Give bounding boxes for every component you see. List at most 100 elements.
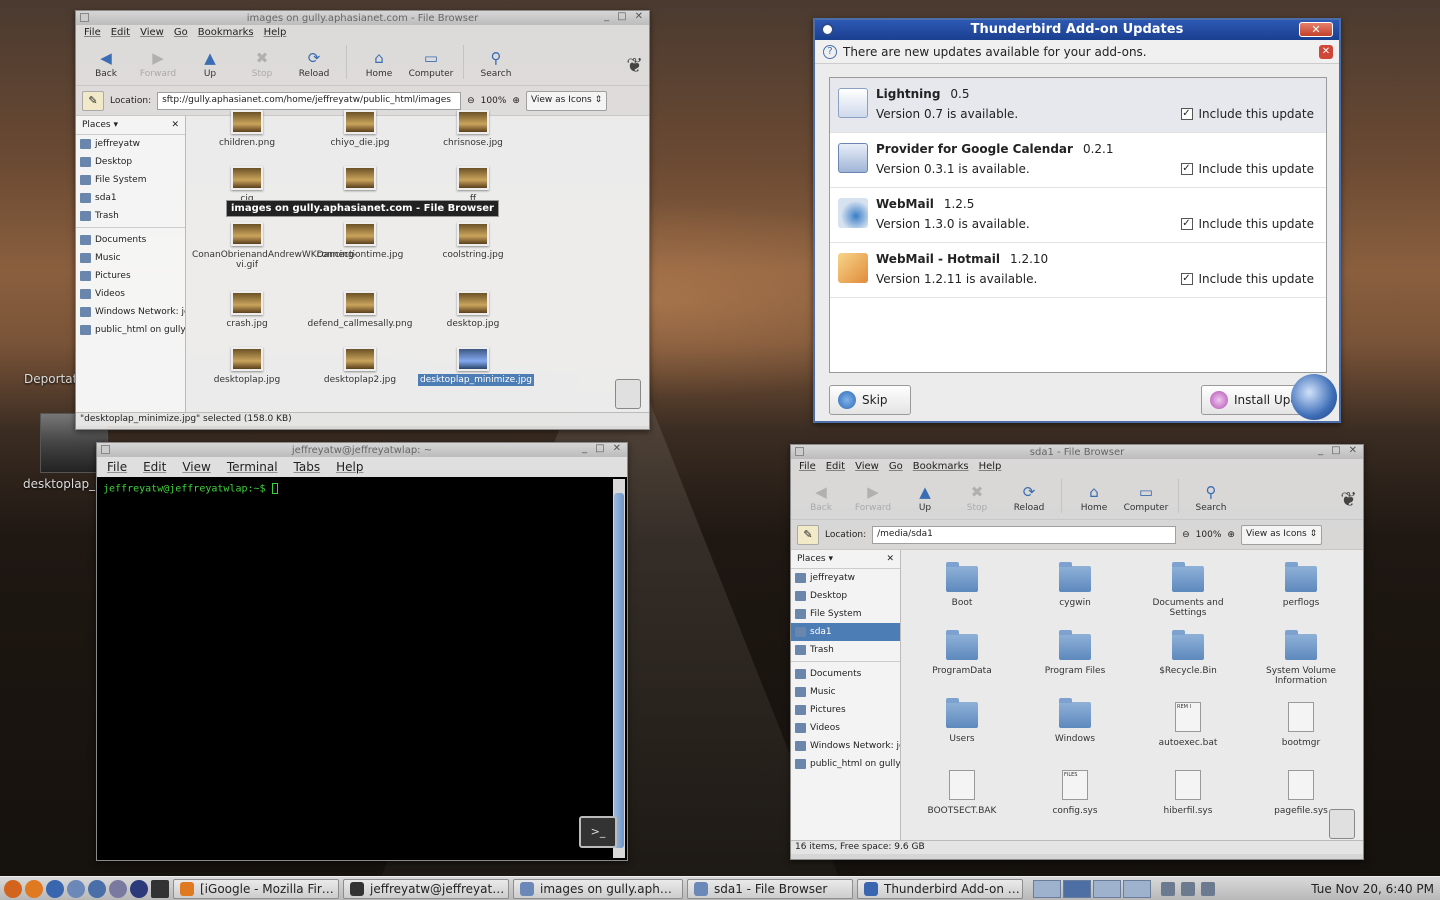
computer-button[interactable]: ▭ Computer bbox=[1122, 483, 1170, 519]
sidebar-item-sda1[interactable]: sda1 bbox=[76, 189, 185, 207]
menu-view[interactable]: View bbox=[140, 27, 164, 38]
reload-button[interactable]: ⟳ Reload bbox=[290, 49, 338, 85]
file-item[interactable]: cig bbox=[192, 166, 302, 204]
globe-icon[interactable] bbox=[130, 879, 148, 898]
folder-item[interactable]: ProgramData bbox=[907, 630, 1017, 676]
menu-view[interactable]: View bbox=[855, 461, 879, 472]
close-icon[interactable]: ✕ bbox=[1349, 445, 1357, 456]
sidebar-item-home[interactable]: jeffreyatw bbox=[791, 569, 900, 587]
stop-button[interactable]: ✖ Stop bbox=[238, 49, 286, 85]
minimized-window-icon[interactable] bbox=[615, 379, 641, 409]
workspace-1[interactable] bbox=[1033, 879, 1061, 898]
file-item[interactable]: desktoplap.jpg bbox=[192, 347, 302, 385]
sidebar-item-network[interactable]: Windows Network: jeff bbox=[791, 737, 900, 755]
computer-button[interactable]: ▭ Computer bbox=[407, 49, 455, 85]
search-button[interactable]: ⚲ Search bbox=[472, 49, 520, 85]
sidebar-item-network[interactable]: Windows Network: jeff bbox=[76, 303, 185, 321]
include-checkbox[interactable]: ✓ bbox=[1180, 108, 1193, 120]
file-item[interactable]: desktoplap2.jpg bbox=[305, 347, 415, 385]
window-menu-icon[interactable] bbox=[80, 13, 89, 22]
sidebar-item-filesystem[interactable]: File System bbox=[791, 605, 900, 623]
file-manager-icon[interactable] bbox=[67, 879, 85, 898]
minimize-icon[interactable]: _ bbox=[604, 11, 609, 22]
skip-button[interactable]: Skip bbox=[829, 385, 911, 415]
task-firefox[interactable]: [iGoogle - Mozilla Fir… bbox=[173, 878, 339, 899]
close-icon[interactable]: ✕ bbox=[613, 443, 621, 454]
task-sda1-browser[interactable]: sda1 - File Browser bbox=[687, 878, 853, 899]
menu-bookmarks[interactable]: Bookmarks bbox=[198, 27, 254, 38]
view-mode-select[interactable]: View as Icons ⇕ bbox=[525, 90, 608, 111]
home-button[interactable]: ⌂ Home bbox=[1070, 483, 1118, 519]
menu-edit[interactable]: Edit bbox=[826, 461, 845, 472]
file-item[interactable]: FILES config.sys bbox=[1020, 770, 1130, 816]
file-item[interactable] bbox=[305, 166, 415, 194]
workspace-3[interactable] bbox=[1093, 879, 1121, 898]
zoom-in-icon[interactable]: ⊕ bbox=[1227, 530, 1235, 540]
workspace-4[interactable] bbox=[1123, 879, 1151, 898]
view-mode-select[interactable]: View as Icons ⇕ bbox=[1240, 524, 1323, 545]
workspace-2[interactable] bbox=[1063, 879, 1091, 898]
close-icon[interactable]: ✕ bbox=[635, 11, 643, 22]
dismiss-notice-icon[interactable]: ✕ bbox=[1319, 45, 1333, 59]
menu-help[interactable]: Help bbox=[264, 27, 287, 38]
include-checkbox[interactable]: ✓ bbox=[1180, 273, 1193, 285]
menu-go[interactable]: Go bbox=[174, 27, 188, 38]
minimize-icon[interactable]: _ bbox=[1318, 445, 1323, 456]
file-item[interactable]: crash.jpg bbox=[192, 291, 302, 329]
include-checkbox[interactable]: ✓ bbox=[1180, 163, 1193, 175]
clock[interactable]: Tue Nov 20, 6:40 PM bbox=[1311, 882, 1434, 896]
home-folder-icon[interactable] bbox=[88, 879, 106, 898]
folder-item[interactable]: Documents and Settings bbox=[1133, 562, 1243, 618]
file-item[interactable]: BOOTSECT.BAK bbox=[907, 770, 1017, 816]
close-icon[interactable]: ✕ bbox=[1299, 22, 1333, 37]
sidebar-item-pictures[interactable]: Pictures bbox=[791, 701, 900, 719]
back-button[interactable]: ◀ Back bbox=[797, 483, 845, 519]
sidebar-item-documents[interactable]: Documents bbox=[76, 231, 185, 249]
menu-view[interactable]: View bbox=[182, 460, 210, 474]
file-item[interactable]: chiyo_die.jpg bbox=[305, 110, 415, 148]
file-item[interactable]: bootmgr bbox=[1246, 702, 1356, 748]
zoom-in-icon[interactable]: ⊕ bbox=[512, 96, 520, 106]
menu-file[interactable]: File bbox=[107, 460, 127, 474]
sidebar-item-desktop[interactable]: Desktop bbox=[76, 153, 185, 171]
sidebar-item-trash[interactable]: Trash bbox=[76, 207, 185, 225]
minimized-window-icon[interactable] bbox=[1329, 809, 1355, 839]
menu-bookmarks[interactable]: Bookmarks bbox=[913, 461, 969, 472]
search-button[interactable]: ⚲ Search bbox=[1187, 483, 1235, 519]
terminal-screen[interactable]: jeffreyatw@jeffreyatwlap:~$ bbox=[99, 479, 613, 858]
zoom-out-icon[interactable]: ⊖ bbox=[1182, 530, 1190, 540]
file-item[interactable]: defend_callmesally.png bbox=[305, 291, 415, 329]
folder-item[interactable]: System Volume Information bbox=[1246, 630, 1356, 686]
desktop-icon-label[interactable]: desktoplap_ bbox=[23, 477, 95, 491]
include-checkbox[interactable]: ✓ bbox=[1180, 218, 1193, 230]
file-item[interactable]: ff bbox=[418, 166, 528, 204]
folder-item[interactable]: Boot bbox=[907, 562, 1017, 608]
edit-location-icon[interactable]: ✎ bbox=[82, 90, 104, 111]
window-menu-icon[interactable] bbox=[101, 445, 110, 454]
file-item[interactable]: chrisnose.jpg bbox=[418, 110, 528, 148]
ubuntu-menu-icon[interactable] bbox=[4, 879, 22, 898]
edit-location-icon[interactable]: ✎ bbox=[797, 524, 819, 545]
task-images-browser[interactable]: images on gully.aph… bbox=[513, 878, 683, 899]
location-field[interactable]: sftp://gully.aphasianet.com/home/jeffrey… bbox=[157, 91, 462, 110]
home-button[interactable]: ⌂ Home bbox=[355, 49, 403, 85]
menu-go[interactable]: Go bbox=[889, 461, 903, 472]
menu-file[interactable]: File bbox=[84, 27, 101, 38]
desktop-icon-label[interactable]: Deportat bbox=[24, 372, 77, 386]
addon-row-lightning[interactable]: Lightning 0.5 Version 0.7 is available. ✓… bbox=[830, 78, 1326, 133]
sidebar-item-desktop[interactable]: Desktop bbox=[791, 587, 900, 605]
sidebar-item-trash[interactable]: Trash bbox=[791, 641, 900, 659]
sidebar-item-videos[interactable]: Videos bbox=[76, 285, 185, 303]
maximize-icon[interactable]: □ bbox=[1331, 445, 1340, 456]
task-thunderbird-updates[interactable]: Thunderbird Add-on … bbox=[857, 878, 1023, 899]
sidebar-header[interactable]: Places ▾ ✕ bbox=[791, 550, 900, 569]
firefox-icon[interactable] bbox=[25, 879, 43, 898]
zoom-out-icon[interactable]: ⊖ bbox=[467, 96, 475, 106]
close-sidebar-icon[interactable]: ✕ bbox=[171, 120, 179, 130]
settings-icon[interactable] bbox=[109, 879, 127, 898]
sidebar-item-music[interactable]: Music bbox=[791, 683, 900, 701]
menu-file[interactable]: File bbox=[799, 461, 816, 472]
file-item[interactable]: children.png bbox=[192, 110, 302, 148]
menu-help[interactable]: Help bbox=[336, 460, 363, 474]
addon-row-webmail[interactable]: WebMail 1.2.5 Version 1.3.0 is available.… bbox=[830, 188, 1326, 243]
